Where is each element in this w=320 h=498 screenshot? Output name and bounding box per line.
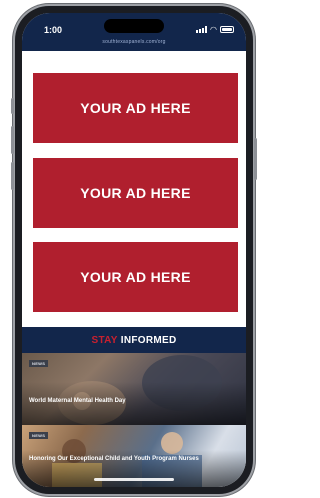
battery-icon [220,26,234,33]
action-button [11,98,14,114]
informed-word: INFORMED [120,334,177,346]
news-tag: NEWS [29,360,49,367]
status-bar: 1:00 ◠ southtexaspanels.com/org [22,13,246,51]
stay-word: STAY [91,334,118,346]
status-icons: ◠ [196,25,234,34]
ad-banner-3[interactable]: YOUR AD HERE [33,242,238,312]
ad-banner-1[interactable]: YOUR AD HERE [33,73,238,143]
volume-down-button [11,162,14,190]
ad-banner-2[interactable]: YOUR AD HERE [33,158,238,228]
ad-banner-label: YOUR AD HERE [80,185,191,201]
news-headline[interactable]: Honoring Our Exceptional Child and Youth… [29,455,226,463]
signal-icon [196,26,208,33]
power-button [254,138,257,180]
ad-banner-label: YOUR AD HERE [80,100,191,116]
news-card-1[interactable]: NEWS World Maternal Mental Health Day [22,353,246,425]
home-indicator[interactable] [94,478,174,481]
wifi-icon: ◠ [210,25,217,34]
ad-banner-label: YOUR AD HERE [80,269,191,285]
stay-informed-heading: STAY INFORMED [22,327,246,353]
dynamic-island [104,19,164,33]
volume-up-button [11,126,14,154]
address-bar-url[interactable]: southtexaspanels.com/org [22,39,246,45]
status-time: 1:00 [44,25,63,35]
news-tag: NEWS [29,432,49,439]
phone-frame: 1:00 ◠ southtexaspanels.com/org YOUR AD … [11,6,257,494]
news-headline[interactable]: World Maternal Mental Health Day [29,397,226,405]
phone-screen: 1:00 ◠ southtexaspanels.com/org YOUR AD … [22,13,246,487]
